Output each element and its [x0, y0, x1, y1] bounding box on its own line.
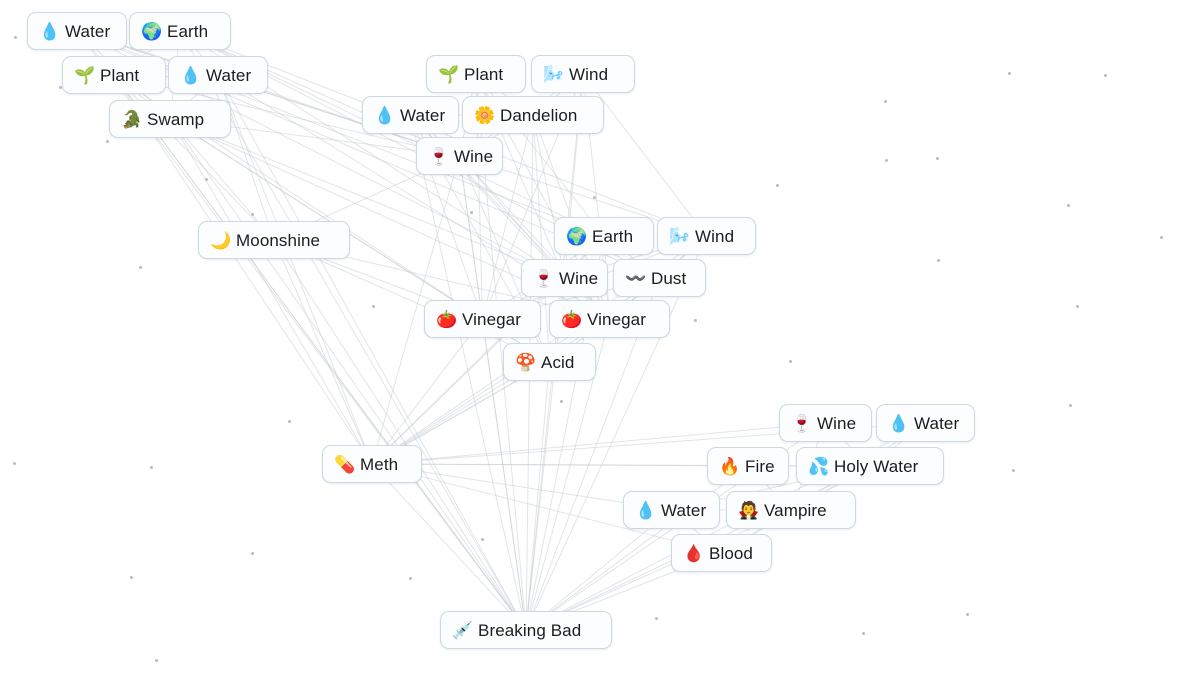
earth-globe-icon: 🌍	[566, 226, 588, 246]
craft-node-label: Wind	[569, 64, 609, 84]
craft-node-vinegar[interactable]: 🍅 Vinegar	[549, 300, 670, 338]
craft-node-label: Fire	[745, 456, 775, 476]
water-droplet-icon: 💧	[180, 65, 202, 85]
craft-node-label: Wine	[817, 413, 857, 433]
craft-node-label: Water	[914, 413, 960, 433]
wavy-dash-icon: 〰️	[625, 268, 647, 288]
craft-node-label: Vinegar	[587, 309, 646, 329]
pill-icon: 💊	[334, 454, 356, 474]
earth-globe-icon: 🌍	[141, 21, 163, 41]
craft-node-label: Plant	[464, 64, 504, 84]
craft-node-blood[interactable]: 🩸 Blood	[671, 534, 772, 572]
craft-node-label: Water	[661, 500, 707, 520]
craft-node-label: Earth	[592, 226, 634, 246]
craft-node-label: Holy Water	[834, 456, 919, 476]
craft-node-swamp[interactable]: 🐊 Swamp	[109, 100, 231, 138]
craft-node-meth[interactable]: 💊 Meth	[322, 445, 422, 483]
water-droplet-icon: 💧	[39, 21, 61, 41]
craft-node-label: Wind	[695, 226, 735, 246]
craft-node-holy-water[interactable]: 💦 Holy Water	[796, 447, 944, 485]
tomato-icon: 🍅	[561, 309, 583, 329]
craft-node-dandelion[interactable]: 🌼 Dandelion	[462, 96, 604, 134]
vampire-icon: 🧛	[738, 500, 760, 520]
seedling-icon: 🌱	[438, 64, 460, 84]
craft-node-label: Water	[65, 21, 111, 41]
craft-node-breaking-bad[interactable]: 💉 Breaking Bad	[440, 611, 612, 649]
craft-node-earth[interactable]: 🌍 Earth	[129, 12, 231, 50]
wine-glass-icon: 🍷	[533, 268, 555, 288]
water-droplet-icon: 💧	[374, 105, 396, 125]
craft-node-water[interactable]: 💧 Water	[168, 56, 268, 94]
craft-node-wind[interactable]: 🌬️ Wind	[657, 217, 756, 255]
craft-node-label: Acid	[541, 352, 575, 372]
craft-node-earth[interactable]: 🌍 Earth	[554, 217, 654, 255]
craft-node-label: Plant	[100, 65, 140, 85]
craft-node-label: Moonshine	[236, 230, 321, 250]
craft-node-label: Vinegar	[462, 309, 521, 329]
craft-node-label: Breaking Bad	[478, 620, 582, 640]
craft-node-water[interactable]: 💧 Water	[362, 96, 459, 134]
craft-node-acid[interactable]: 🍄 Acid	[503, 343, 596, 381]
craft-node-moonshine[interactable]: 🌙 Moonshine	[198, 221, 350, 259]
craft-node-wine[interactable]: 🍷 Wine	[521, 259, 608, 297]
craft-node-label: Swamp	[147, 109, 205, 129]
blossom-flower-icon: 🌼	[474, 105, 496, 125]
craft-node-label: Water	[206, 65, 252, 85]
seedling-icon: 🌱	[74, 65, 96, 85]
mushroom-icon: 🍄	[515, 352, 537, 372]
crescent-moon-icon: 🌙	[210, 230, 232, 250]
wind-face-icon: 🌬️	[543, 64, 565, 84]
node-layer: 💧 Water 🌍 Earth 🌱 Plant 💧 Water 🐊 Swamp 🌱 Plant 🌬️ Wi…	[0, 0, 1200, 675]
craft-node-plant[interactable]: 🌱 Plant	[62, 56, 166, 94]
crocodile-icon: 🐊	[121, 109, 143, 129]
craft-node-plant[interactable]: 🌱 Plant	[426, 55, 526, 93]
syringe-icon: 💉	[452, 620, 474, 640]
craft-node-label: Water	[400, 105, 446, 125]
water-droplet-icon: 💧	[635, 500, 657, 520]
craft-node-label: Dandelion	[500, 105, 578, 125]
wind-face-icon: 🌬️	[669, 226, 691, 246]
crafting-graph-canvas: 💧 Water 🌍 Earth 🌱 Plant 💧 Water 🐊 Swamp 🌱 Plant 🌬️ Wi…	[0, 0, 1200, 675]
craft-node-water[interactable]: 💧 Water	[623, 491, 720, 529]
wine-glass-icon: 🍷	[428, 146, 450, 166]
craft-node-water[interactable]: 💧 Water	[27, 12, 127, 50]
craft-node-vinegar[interactable]: 🍅 Vinegar	[424, 300, 541, 338]
blood-drop-icon: 🩸	[683, 543, 705, 563]
craft-node-label: Earth	[167, 21, 209, 41]
craft-node-dust[interactable]: 〰️ Dust	[613, 259, 706, 297]
craft-node-wine[interactable]: 🍷 Wine	[416, 137, 503, 175]
wine-glass-icon: 🍷	[791, 413, 813, 433]
craft-node-vampire[interactable]: 🧛 Vampire	[726, 491, 856, 529]
craft-node-water[interactable]: 💧 Water	[876, 404, 975, 442]
craft-node-fire[interactable]: 🔥 Fire	[707, 447, 789, 485]
craft-node-wine[interactable]: 🍷 Wine	[779, 404, 872, 442]
craft-node-label: Wine	[454, 146, 494, 166]
craft-node-wind[interactable]: 🌬️ Wind	[531, 55, 635, 93]
tomato-icon: 🍅	[436, 309, 458, 329]
craft-node-label: Meth	[360, 454, 399, 474]
craft-node-label: Blood	[709, 543, 753, 563]
craft-node-label: Wine	[559, 268, 599, 288]
sweat-droplets-icon: 💦	[808, 456, 830, 476]
craft-node-label: Dust	[651, 268, 687, 288]
fire-icon: 🔥	[719, 456, 741, 476]
craft-node-label: Vampire	[764, 500, 827, 520]
water-droplet-icon: 💧	[888, 413, 910, 433]
